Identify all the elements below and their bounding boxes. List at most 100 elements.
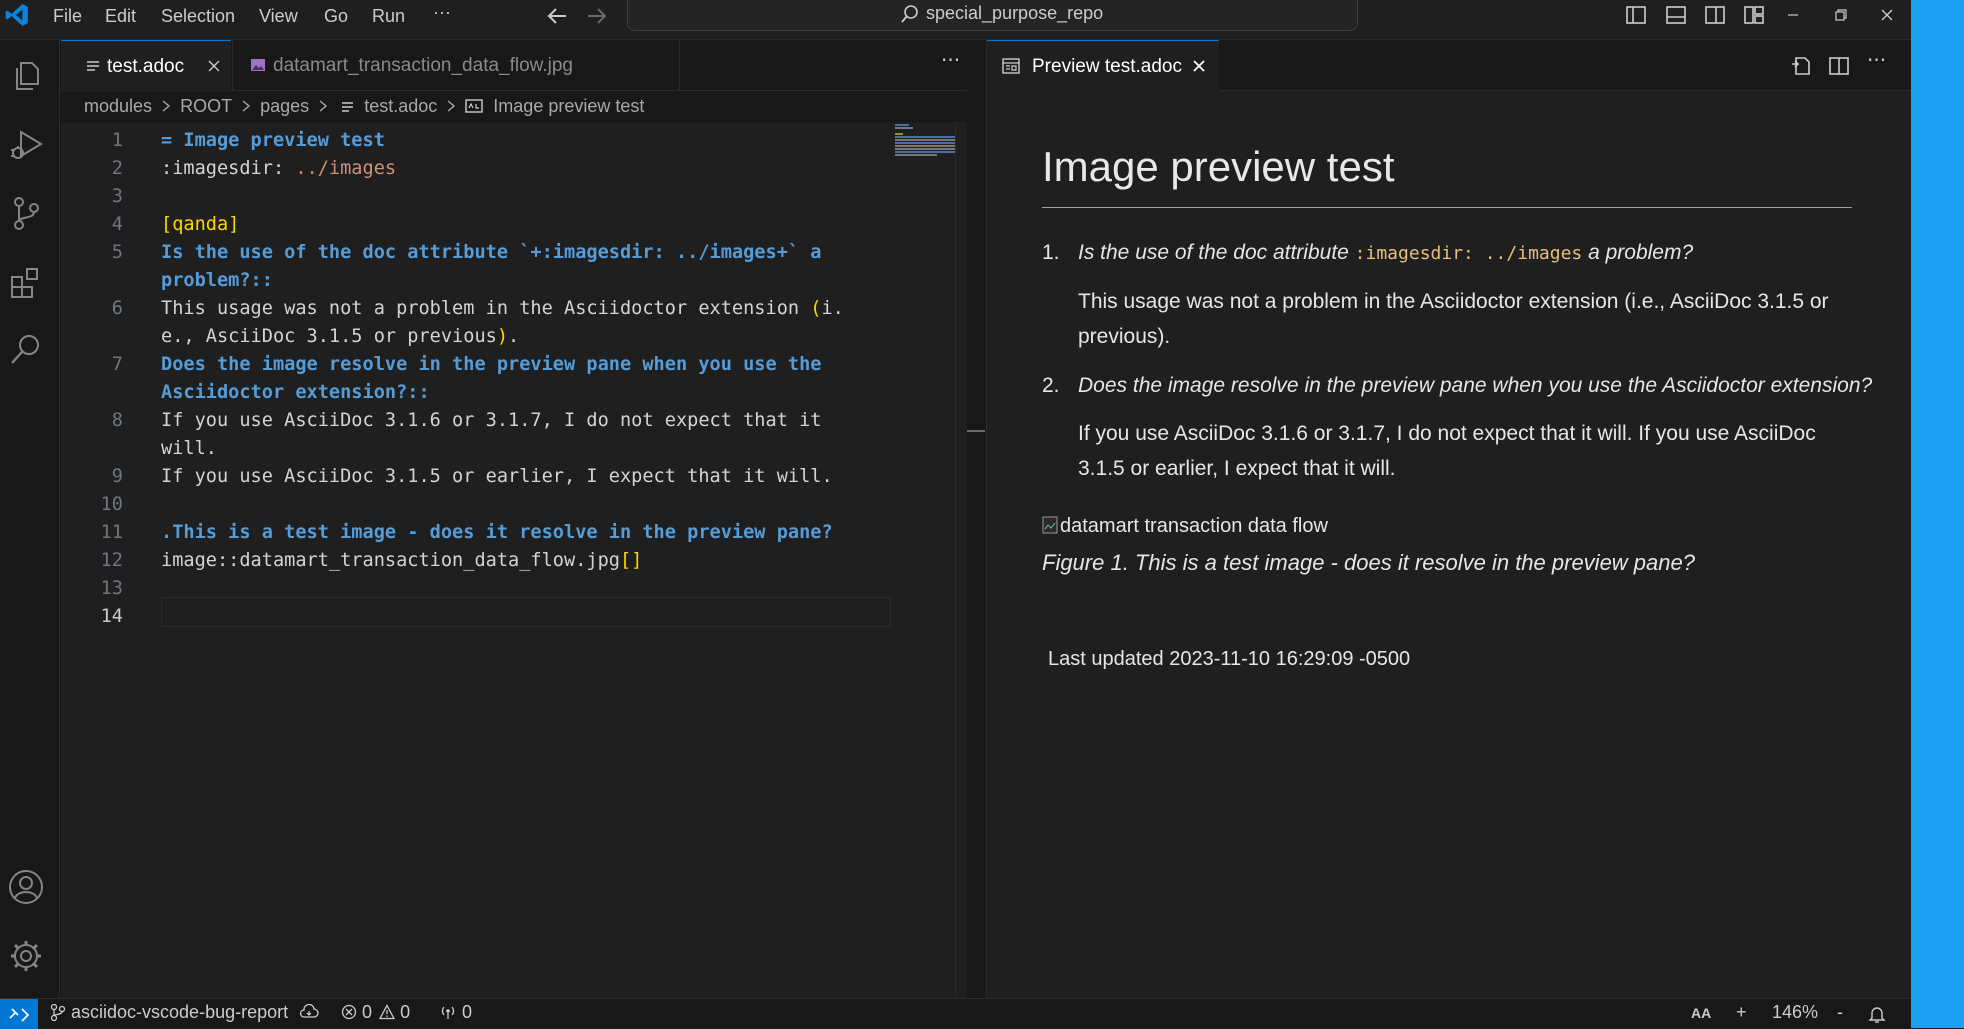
paren: (: [810, 298, 822, 319]
menu-selection[interactable]: Selection: [161, 0, 235, 32]
problems-status[interactable]: 0 0: [341, 1002, 410, 1023]
chevron-right-icon: [241, 99, 251, 113]
menu-more[interactable]: ···: [433, 0, 451, 28]
manage-gear-icon[interactable]: [7, 937, 45, 975]
error-count: 0: [362, 1002, 373, 1022]
menu-edit[interactable]: Edit: [105, 0, 136, 32]
line-number: 8: [111, 410, 123, 431]
tab-label: test.adoc: [107, 56, 185, 77]
line-number: 11: [100, 522, 123, 543]
minimize-window-icon[interactable]: [1786, 8, 1800, 22]
ports-status[interactable]: 0: [439, 1002, 472, 1023]
question-number: 2.: [1042, 374, 1060, 397]
notifications-bell-icon[interactable]: [1868, 1004, 1886, 1024]
title-bar: File Edit Selection View Go Run ··· spec…: [0, 0, 1911, 40]
code-line-5b: problem?::: [161, 270, 273, 291]
tab-preview-test-adoc[interactable]: Preview test.adoc: [987, 40, 1219, 92]
tab-datamart-jpg[interactable]: datamart_transaction_data_flow.jpg: [232, 40, 680, 91]
sync-cloud-icon: [299, 1004, 319, 1020]
restore-window-icon[interactable]: [1834, 8, 1848, 22]
tab-test-adoc[interactable]: test.adoc: [61, 40, 231, 92]
zoom-out-button[interactable]: -: [1837, 1002, 1843, 1023]
menu-view[interactable]: View: [259, 0, 298, 32]
close-tab-icon[interactable]: [207, 59, 221, 73]
adoc-file-icon: [341, 100, 354, 113]
warning-count: 0: [400, 1002, 411, 1022]
extensions-icon[interactable]: [7, 264, 45, 302]
line-number: 6: [111, 298, 123, 319]
text-run: This usage was not a problem in the Asci…: [161, 298, 811, 319]
chevron-right-icon: [161, 99, 171, 113]
breadcrumb-modules[interactable]: modules: [84, 96, 152, 117]
breadcrumb: modules ROOT pages test.adoc Image previ…: [84, 95, 644, 121]
question-2: Does the image resolve in the preview pa…: [1078, 374, 1873, 397]
current-line-highlight: [161, 597, 891, 627]
title-rule: [1042, 207, 1852, 208]
command-center-search[interactable]: special_purpose_repo: [627, 0, 1358, 31]
close-window-icon[interactable]: [1880, 8, 1894, 22]
status-bar: asciidoc-vscode-bug-report 0 0 0 AA + 14…: [0, 998, 1911, 1029]
code-line-4: [qanda]: [161, 214, 240, 235]
question-text: a problem?: [1582, 241, 1694, 264]
code-editor[interactable]: 1 = Image preview test 2:imagesdir: ../im…: [61, 122, 967, 998]
line-number: 12: [100, 550, 123, 571]
text-run: .: [508, 326, 520, 347]
vscode-logo-icon: [4, 2, 30, 28]
text-run: e., AsciiDoc 3.1.5 or previous: [161, 326, 497, 347]
chevron-right-icon: [318, 99, 328, 113]
activity-bar: [0, 40, 60, 998]
answer-1: This usage was not a problem in the Asci…: [1078, 290, 1829, 348]
close-tab-icon[interactable]: [1192, 59, 1206, 73]
toggle-primary-sidebar-icon[interactable]: [1625, 4, 1647, 26]
remote-indicator[interactable]: [0, 999, 38, 1029]
zoom-in-button[interactable]: +: [1736, 1002, 1747, 1023]
warning-icon: [379, 1004, 396, 1020]
branch-name: asciidoc-vscode-bug-report: [71, 1002, 289, 1022]
preview-more-actions[interactable]: ···: [1867, 48, 1886, 72]
toggle-secondary-sidebar-icon[interactable]: [1704, 4, 1726, 26]
broken-image: datamart transaction data flow: [1042, 515, 1328, 538]
zoom-level[interactable]: 146%: [1772, 1002, 1818, 1023]
menu-go[interactable]: Go: [324, 0, 348, 32]
code-line-5a: Is the use of the doc attribute `+:image…: [161, 242, 822, 263]
editor-more-actions[interactable]: ···: [941, 48, 960, 72]
back-arrow-icon[interactable]: [546, 5, 570, 27]
breadcrumb-symbol[interactable]: Image preview test: [493, 96, 644, 117]
toggle-panel-icon[interactable]: [1665, 4, 1687, 26]
line-number: 2: [111, 158, 123, 179]
breadcrumb-root[interactable]: ROOT: [180, 96, 232, 117]
font-size-indicator[interactable]: AA: [1691, 1005, 1711, 1021]
search-icon: [900, 4, 920, 24]
last-updated: Last updated 2023-11-10 16:29:09 -0500: [1048, 648, 1411, 670]
editor-tab-bar: test.adoc datamart_transaction_data_flow…: [61, 40, 967, 92]
paren: ): [496, 326, 509, 347]
symbol-string-icon: [465, 98, 483, 114]
menu-run[interactable]: Run: [372, 0, 405, 32]
accounts-icon[interactable]: [7, 868, 45, 906]
editor-scrollbar[interactable]: [955, 122, 967, 998]
run-and-debug-icon[interactable]: [7, 126, 45, 164]
split-editor-icon[interactable]: [1828, 55, 1850, 77]
text-run: i.: [821, 298, 844, 319]
adoc-file-icon: [86, 59, 100, 73]
customize-layout-icon[interactable]: [1743, 4, 1765, 26]
menu-file[interactable]: File: [53, 0, 82, 32]
ports-count: 0: [462, 1002, 473, 1022]
code-line-7b: Asciidoctor extension?::: [161, 382, 430, 403]
explorer-files-icon[interactable]: [7, 57, 45, 95]
preview-tab-bar: Preview test.adoc ···: [987, 40, 1912, 92]
forward-arrow-icon[interactable]: [584, 5, 608, 27]
code-line-11: .This is a test image - does it resolve …: [161, 522, 833, 543]
answer-2: If you use AsciiDoc 3.1.6 or 3.1.7, I do…: [1078, 422, 1816, 480]
branch-status[interactable]: asciidoc-vscode-bug-report: [50, 1002, 319, 1023]
preview-title: Image preview test: [1042, 143, 1395, 190]
open-source-icon[interactable]: [1790, 55, 1812, 77]
breadcrumb-pages[interactable]: pages: [260, 96, 309, 117]
minimap[interactable]: [895, 123, 955, 157]
search-sidebar-icon[interactable]: [7, 331, 45, 369]
adoc-preview-pane[interactable]: Image preview test 1. Is the use of the …: [987, 91, 1912, 998]
source-control-icon[interactable]: [7, 194, 45, 232]
code-line-1: = Image preview test: [161, 130, 385, 151]
breadcrumb-file[interactable]: test.adoc: [364, 96, 437, 117]
code-line-8b: will.: [161, 438, 217, 459]
